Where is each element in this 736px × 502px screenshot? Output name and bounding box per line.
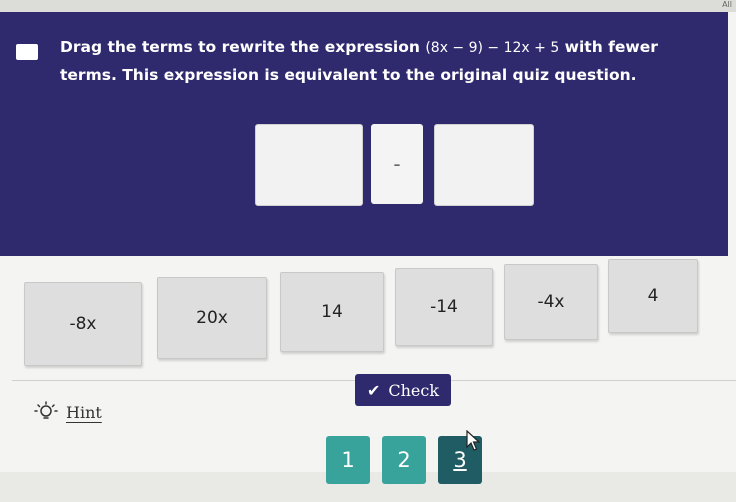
- prompt-keyword: terms: [60, 66, 111, 84]
- prompt-suffix: . This expression is equivalent to the o…: [110, 66, 637, 84]
- top-bar: All: [0, 0, 736, 12]
- term-tile[interactable]: -14: [395, 268, 493, 346]
- term-tile[interactable]: 14: [280, 272, 384, 352]
- check-icon: ✔: [366, 380, 381, 400]
- hint-button[interactable]: Hint: [34, 400, 102, 424]
- drop-slot-2[interactable]: [434, 124, 534, 206]
- question-marker-icon: [16, 44, 38, 60]
- prompt-prefix: Drag the terms to rewrite the expression: [60, 38, 426, 56]
- lightbulb-icon: [34, 401, 58, 419]
- mouse-cursor-icon: [466, 430, 481, 451]
- page-button-2[interactable]: 2: [382, 436, 426, 484]
- check-button[interactable]: ✔ Check: [355, 374, 451, 406]
- term-tile[interactable]: -4x: [504, 264, 598, 340]
- term-tile[interactable]: -8x: [24, 282, 142, 366]
- hint-label: Hint: [66, 402, 102, 422]
- question-prompt: Drag the terms to rewrite the expression…: [60, 34, 710, 89]
- top-bar-label: All: [722, 0, 732, 9]
- expression: (8x − 9) − 12x + 5: [425, 40, 560, 56]
- prompt-middle: with fewer: [559, 38, 658, 56]
- term-tile[interactable]: 20x: [157, 277, 267, 359]
- question-panel: Drag the terms to rewrite the expression…: [0, 12, 728, 256]
- page-button-1[interactable]: 1: [326, 436, 370, 484]
- term-tile[interactable]: 4: [608, 259, 698, 333]
- drop-slot-1[interactable]: [255, 124, 363, 206]
- operator-box: -: [371, 124, 423, 204]
- check-label: Check: [388, 380, 440, 400]
